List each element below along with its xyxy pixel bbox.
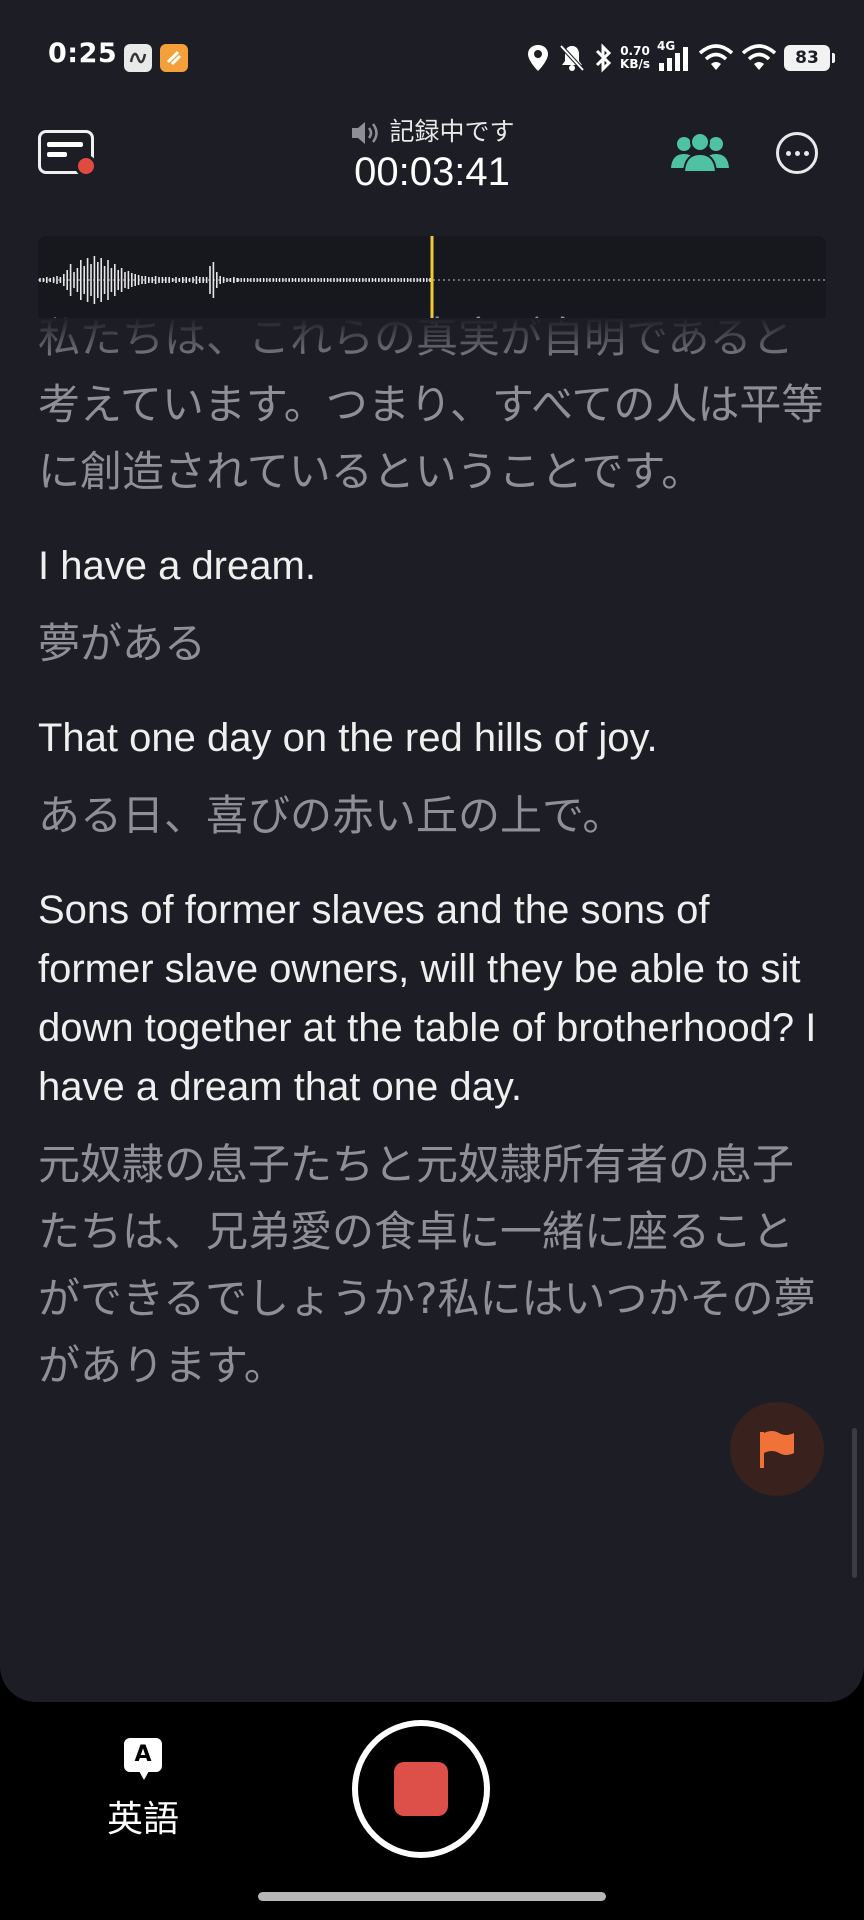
transcript-original-text: That one day on the red hills of joy. [38,716,658,760]
people-icon [671,132,729,173]
wifi-icon [698,44,734,70]
transcript-segment[interactable]: That one day on the red hills of joy. ある日… [38,709,828,849]
translate-icon: A [124,1738,162,1780]
stop-recording-button[interactable] [352,1720,490,1858]
more-options-button[interactable] [776,132,818,174]
transcript-segment[interactable]: I have a dream. 夢がある [38,537,828,677]
status-bar: 0:25 0.70 KB/s 4G 83 [0,0,864,110]
notification-app-icon-orange [160,44,188,72]
location-icon [528,45,549,71]
status-time: 0:25 [48,38,118,69]
recording-header: 記録中です 00:03:41 [0,108,864,208]
cellular-signal-icon: 4G [657,39,691,73]
transcript-translation-text: ある日、喜びの赤い丘の上で。 [38,791,625,840]
status-icons: 0.70 KB/s 4G 83 [525,39,835,76]
bottom-bar: A 英語 [0,1702,864,1920]
speakers-button[interactable] [668,128,732,178]
main-panel: 0:25 0.70 KB/s 4G 83 記録中です 00:03:41 考えてい… [0,0,864,1702]
language-button[interactable]: A 英語 [88,1738,198,1842]
scrollbar[interactable] [852,1428,857,1578]
recording-timer: 00:03:41 [354,150,510,194]
home-indicator[interactable] [258,1892,606,1901]
recording-status-label: 記録中です [389,117,515,146]
bluetooth-icon [595,43,612,73]
recording-status: 記録中です [0,112,864,148]
transcript-translation-text: 夢がある [38,619,207,668]
stop-icon [394,1762,448,1816]
net-speed-unit: KB/s [620,57,650,71]
transcript-list: 私たちは、これらの真実が自明であると考えています。つまり、すべての人は平等に創造… [38,313,828,1431]
transcript-original-text: I have a dream. [38,544,316,588]
notification-app-icon [124,44,152,72]
flag-icon [760,1431,794,1468]
speaker-icon [352,122,379,144]
network-speed: 0.70 KB/s [620,45,650,71]
transcript-original-text: Sons of former slaves and the sons of fo… [38,888,817,1109]
transcript-top-fade [0,318,864,366]
transcript-segment[interactable]: Sons of former slaves and the sons of fo… [38,881,828,1399]
mute-bell-icon [559,44,585,72]
wifi-icon-2 [741,44,777,70]
transcript-translation-text: 元奴隷の息子たちと元奴隷所有者の息子たちは、兄弟愛の食卓に一緒に座ることができる… [38,1140,816,1390]
flag-bookmark-button[interactable] [730,1402,824,1496]
battery-indicator: 83 [784,45,835,71]
language-label: 英語 [106,1799,179,1840]
